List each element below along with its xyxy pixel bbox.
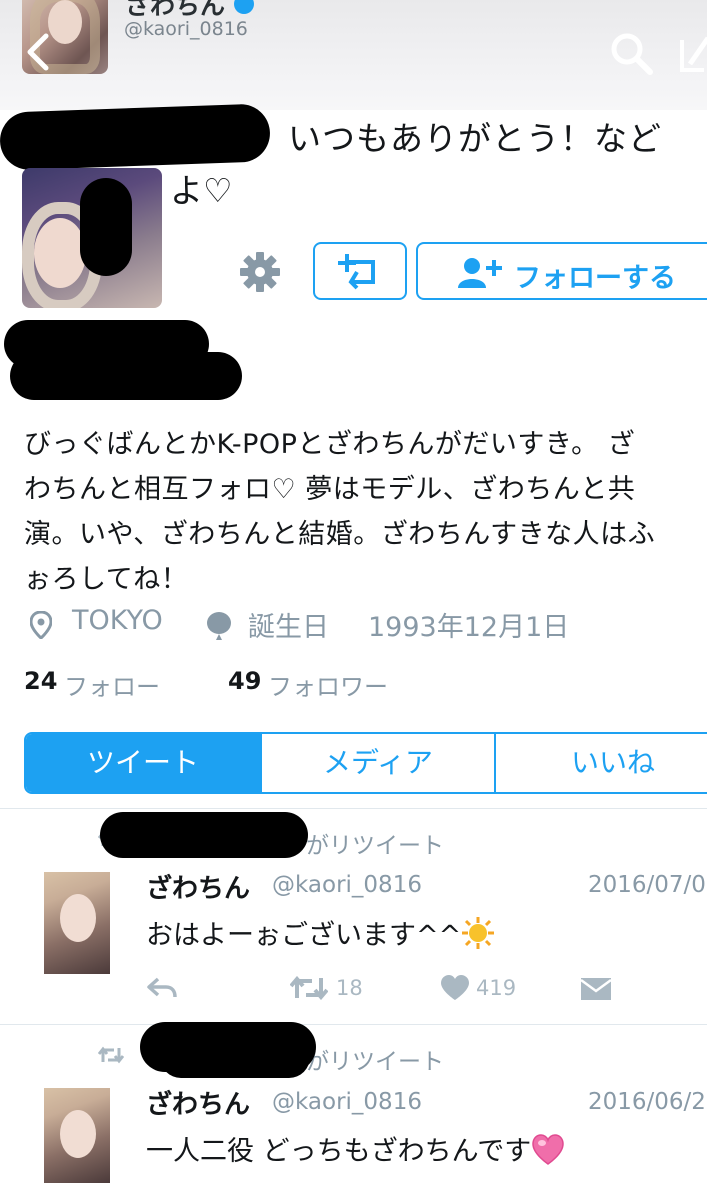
birthday-label: 誕生日 <box>248 612 329 643</box>
retweet-count: 18 <box>336 976 363 1000</box>
like-count: 419 <box>476 976 517 1000</box>
profile-tabs: ツイート メディア いいね <box>24 732 707 794</box>
tweet-text: 一人二役 どっちもざわちんです <box>146 1129 565 1168</box>
profile-location: TOKYO <box>72 605 163 636</box>
tab-likes[interactable]: いいね <box>496 734 707 792</box>
redaction-bar <box>160 1036 310 1078</box>
tweet-date: 2016/07/0 <box>588 872 706 898</box>
search-icon[interactable] <box>608 30 654 76</box>
profile-header: ざわちん @kaori_0816 <box>0 0 707 110</box>
followers-count[interactable]: 49 <box>228 667 261 695</box>
retweeted-by-label: がリツイート <box>306 1049 444 1075</box>
bio-fragment-line1: いつもありがとう！など <box>288 119 662 158</box>
balloon-icon <box>207 612 231 640</box>
retweeted-by-label: がリツイート <box>306 833 444 859</box>
profile-bio: びっぐばんとかK-POPとざわちんがだいすき。 ざ わちんと相互フォロ♡ 夢はモ… <box>24 422 704 602</box>
following-label[interactable]: フォロー <box>64 667 160 702</box>
birthday-date: 1993年12月1日 <box>368 612 570 643</box>
tweet-author-handle[interactable]: @kaori_0816 <box>272 1089 422 1115</box>
following-count[interactable]: 24 <box>24 667 57 695</box>
divider <box>0 1024 707 1025</box>
gear-icon[interactable] <box>238 250 282 294</box>
profile-avatar[interactable] <box>22 168 162 308</box>
header-handle: @kaori_0816 <box>124 18 248 40</box>
tab-tweets[interactable]: ツイート <box>26 734 260 792</box>
tweet-date: 2016/06/2 <box>588 1089 706 1115</box>
pink-heart-emoji-icon <box>532 1134 564 1165</box>
follow-button[interactable]: フォローする <box>416 242 707 300</box>
redaction-bar <box>100 812 308 858</box>
bio-line: 演。いや、ざわちんと結婚。ざわちんすきな人はふ <box>24 519 656 550</box>
sun-emoji-icon <box>462 917 495 949</box>
bio-fragment-line2: よ♡ <box>170 171 233 210</box>
bio-line: ぉろしてね！ <box>24 564 189 595</box>
tab-media[interactable]: メディア <box>262 734 494 792</box>
redaction-bar <box>10 352 242 400</box>
location-pin-icon <box>30 611 52 639</box>
bio-line: びっぐばんとかK-POPとざわちんがだいすき。 ざ <box>24 429 636 460</box>
tweet-avatar[interactable] <box>44 872 110 974</box>
divider <box>0 808 707 809</box>
retweet-small-icon <box>98 1046 124 1064</box>
tweet-author-name[interactable]: ざわちん <box>146 1084 250 1121</box>
tweet-author-name[interactable]: ざわちん <box>146 868 250 905</box>
list-add-button[interactable] <box>313 242 407 300</box>
reply-icon[interactable] <box>146 976 178 1000</box>
tweet-author-handle[interactable]: @kaori_0816 <box>272 872 422 898</box>
back-arrow-icon[interactable] <box>18 30 62 74</box>
add-user-icon <box>458 258 502 288</box>
direct-message-icon[interactable] <box>580 977 612 1001</box>
followers-label[interactable]: フォロワー <box>268 667 388 702</box>
retweet-icon[interactable] <box>290 976 328 1000</box>
list-add-icon <box>338 254 375 290</box>
tweet-avatar[interactable] <box>44 1088 110 1183</box>
like-heart-icon[interactable] <box>440 975 470 1001</box>
tweet-text: おはよーぉございます^^ <box>146 913 495 952</box>
follow-button-label: フォローする <box>514 263 676 294</box>
bio-line: わちんと相互フォロ♡ 夢はモデル、ざわちんと共 <box>24 474 636 505</box>
redaction-bar <box>0 103 271 171</box>
compose-icon[interactable] <box>680 34 707 74</box>
verified-badge-icon <box>233 0 254 14</box>
